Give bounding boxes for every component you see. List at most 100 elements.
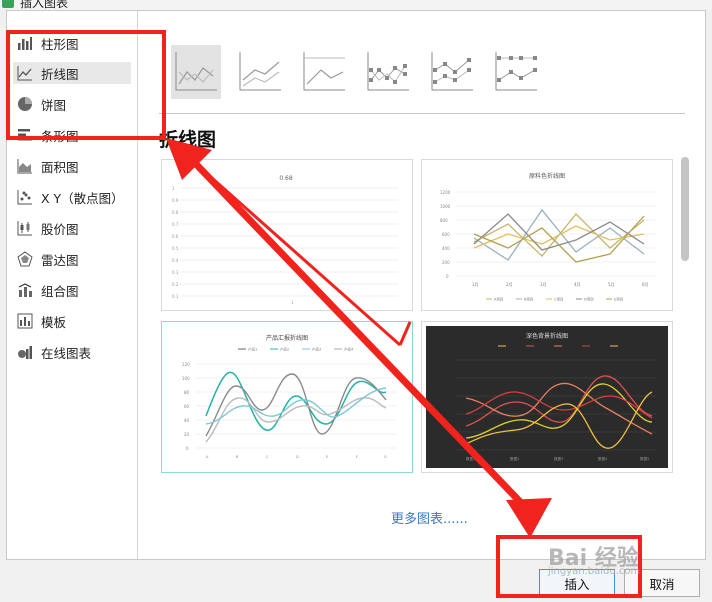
svg-text:40: 40 (184, 418, 190, 423)
sidebar-item-area[interactable]: 面积图 (13, 155, 131, 177)
svg-text:400: 400 (442, 246, 450, 251)
svg-text:200: 200 (442, 260, 450, 265)
product-line-preview: 产品汇报折线图 产品1 产品2 产品3 产品4 120 100 80 60 40 20 0 (182, 334, 396, 459)
sidebar-item-column[interactable]: 柱形图 (13, 32, 131, 54)
svg-text:1200: 1200 (440, 190, 451, 195)
card-title: 深色背景折线图 (526, 332, 568, 340)
svg-text:60: 60 (184, 404, 190, 409)
line-chart-icon (17, 65, 33, 81)
svg-text:800: 800 (440, 218, 448, 223)
svg-text:C项目: C项目 (554, 297, 563, 302)
svg-text:C: C (266, 455, 269, 459)
subtype-percent-marker-thumb[interactable] (491, 45, 541, 99)
subtype-marker-line-thumb[interactable] (363, 45, 413, 99)
template-icon (17, 313, 33, 329)
svg-text:4月: 4月 (574, 282, 581, 287)
svg-text:数据5: 数据5 (640, 456, 649, 461)
dialog-body: 柱形图 折线图 饼图 条形图 面积图 X Y（散点图） 股价图 雷达图 组合图 … (6, 10, 706, 560)
svg-text:100: 100 (182, 376, 190, 381)
pie-chart-icon (17, 96, 33, 112)
gallery-scrollbar[interactable] (681, 157, 689, 541)
svg-text:产品4: 产品4 (344, 347, 354, 352)
card-title: 原料色折线图 (529, 172, 565, 180)
template-card-product[interactable]: 产品汇报折线图 产品1 产品2 产品3 产品4 120 100 80 60 40 20 0 (161, 321, 413, 473)
svg-text:80: 80 (184, 390, 190, 395)
svg-text:6月: 6月 (642, 282, 649, 287)
sidebar-item-combo[interactable]: 组合图 (13, 279, 131, 301)
sidebar-item-radar[interactable]: 雷达图 (13, 248, 131, 270)
svg-text:数据3: 数据3 (554, 456, 563, 461)
svg-text:0.9: 0.9 (172, 198, 179, 203)
subtype-stacked-line-thumb[interactable] (235, 45, 285, 99)
svg-text:F: F (356, 455, 358, 459)
svg-text:3月: 3月 (540, 282, 547, 287)
bar-chart-icon (17, 127, 33, 143)
svg-text:0.4: 0.4 (172, 258, 179, 263)
sidebar-item-scatter[interactable]: X Y（散点图） (13, 186, 131, 208)
svg-text:数据4: 数据4 (598, 456, 608, 461)
sidebar-item-stock[interactable]: 股价图 (13, 217, 131, 239)
insert-button[interactable]: 插入 (539, 569, 615, 597)
svg-text:0.8: 0.8 (172, 210, 179, 215)
svg-text:G: G (384, 455, 387, 459)
sidebar-item-bar[interactable]: 条形图 (13, 124, 131, 146)
basic-line-preview: 0.68 1 0.9 0.8 0.7 0.6 0.5 0.4 0.3 0.2 0.1 1 (172, 175, 398, 305)
sidebar-item-online[interactable]: 在线图表 (13, 341, 131, 363)
svg-text:E: E (326, 455, 328, 459)
sidebar-item-label: 模板 (41, 314, 67, 330)
svg-text:数据1: 数据1 (466, 456, 475, 461)
combo-chart-icon (17, 282, 33, 298)
cancel-button[interactable]: 取消 (624, 569, 700, 597)
svg-text:D项目: D项目 (584, 297, 594, 302)
section-divider (159, 113, 685, 114)
stock-chart-icon (17, 220, 33, 236)
sidebar-item-label: 在线图表 (41, 345, 92, 361)
subtype-percent-line-thumb[interactable] (299, 45, 349, 99)
svg-text:0.3: 0.3 (172, 270, 179, 275)
subtype-stacked-marker-thumb[interactable] (427, 45, 477, 99)
svg-text:产品1: 产品1 (248, 347, 257, 352)
template-card-dark[interactable]: 深色背景折线图 数据1 数据2 数据3 数据4 数据5 (421, 321, 673, 473)
svg-text:5月: 5月 (608, 282, 615, 287)
svg-text:0.6: 0.6 (172, 234, 179, 239)
sidebar-item-pie[interactable]: 饼图 (13, 93, 131, 115)
svg-text:数据2: 数据2 (510, 456, 519, 461)
svg-text:1: 1 (291, 300, 294, 305)
svg-text:B项目: B项目 (524, 297, 533, 302)
title-bar: 插入图表 (0, 0, 712, 10)
subtype-line-thumb[interactable] (171, 45, 221, 99)
sidebar-item-template[interactable]: 模板 (13, 310, 131, 332)
svg-text:A项目: A项目 (494, 297, 503, 302)
sidebar-item-label: 条形图 (41, 128, 79, 144)
insert-chart-dialog: 插入图表 柱形图 折线图 饼图 条形图 面积图 X Y（散点图） 股价图 雷达图… (0, 0, 712, 602)
svg-text:120: 120 (182, 362, 190, 367)
sidebar-item-label: 折线图 (41, 66, 79, 82)
svg-text:产品3: 产品3 (312, 347, 321, 352)
sidebar-item-label: 雷达图 (41, 252, 79, 268)
sidebar-item-label: 面积图 (41, 159, 79, 175)
svg-text:600: 600 (442, 232, 450, 237)
sidebar-item-label: 柱形图 (41, 36, 79, 52)
sidebar-item-label: 组合图 (41, 283, 79, 299)
radar-chart-icon (17, 251, 33, 267)
template-card-colored[interactable]: 原料色折线图 1200 1000 800 600 400 200 0 1月 2月… (421, 159, 673, 311)
svg-text:E项目: E项目 (614, 297, 623, 302)
column-chart-icon (17, 35, 33, 51)
svg-text:0.7: 0.7 (172, 222, 179, 227)
more-charts-link[interactable]: 更多图表...... (391, 508, 468, 527)
sidebar-item-label: 饼图 (41, 97, 67, 113)
svg-text:0.1: 0.1 (172, 294, 179, 299)
scrollbar-thumb[interactable] (681, 157, 689, 261)
chart-content-area: 折线图 0.68 1 0.9 0.8 0.7 0.6 0.5 0.4 0.3 0.2 0.1 1 (139, 11, 705, 559)
sidebar-item-line[interactable]: 折线图 (13, 62, 131, 84)
svg-text:B: B (236, 455, 239, 459)
app-icon (2, 0, 14, 8)
card-title: 产品汇报折线图 (266, 334, 308, 342)
dialog-footer: 插入 取消 (0, 561, 712, 602)
section-title: 折线图 (159, 129, 217, 151)
svg-text:1000: 1000 (440, 204, 451, 209)
card-title: 0.68 (279, 175, 293, 182)
area-chart-icon (17, 158, 33, 174)
dark-line-preview: 深色背景折线图 数据1 数据2 数据3 数据4 数据5 (456, 332, 656, 461)
template-card-basic[interactable]: 0.68 1 0.9 0.8 0.7 0.6 0.5 0.4 0.3 0.2 0.1 1 (161, 159, 413, 311)
